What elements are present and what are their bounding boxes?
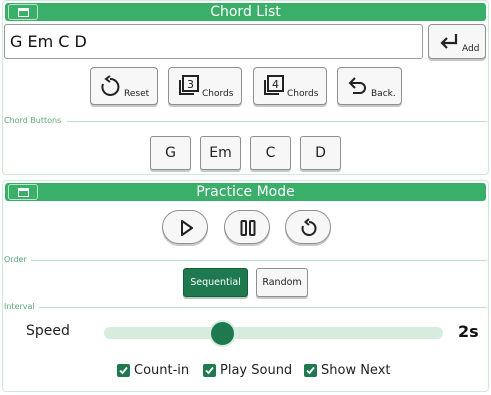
checkbox-checked-icon [304,364,317,377]
practice-mode-title: Practice Mode [196,184,295,200]
order-divider [31,260,487,261]
restart-icon [301,218,317,236]
order-label: Order [4,255,27,264]
pause-button[interactable] [224,210,270,244]
pause-icon [240,220,256,236]
count-in-label: Count-in [134,363,190,378]
chord-buttons-divider [67,121,487,122]
speed-slider[interactable] [104,327,443,339]
order-random-button[interactable]: Random [256,268,308,297]
svg-text:3: 3 [187,78,194,91]
chord-button-g[interactable]: G [150,136,191,170]
checkbox-checked-icon [203,364,216,377]
four-chords-icon: 4 [264,75,284,95]
interval-label: Interval [4,302,35,311]
play-sound-label: Play Sound [220,363,293,378]
speed-slider-thumb[interactable] [208,320,236,347]
svg-text:4: 4 [272,78,279,91]
chord-button-d[interactable]: D [300,136,341,170]
checkbox-checked-icon [117,364,130,377]
four-chords-label: Chords [287,89,319,99]
back-button[interactable]: Back. [337,67,402,105]
speed-label: Speed [26,323,70,339]
back-arrow-icon [348,77,366,94]
four-chords-button[interactable]: 4 Chords [253,67,327,105]
add-label: Add [462,44,480,54]
speed-value: 2s [458,322,479,341]
reset-button[interactable]: Reset [90,67,158,105]
chord-list-title: Chord List [210,4,281,20]
three-chords-label: Chords [202,89,234,99]
enter-arrow-icon [440,34,458,49]
play-button[interactable] [162,210,208,244]
chord-button-em[interactable]: Em [200,136,241,170]
three-chords-icon: 3 [179,75,199,95]
add-button[interactable]: Add [428,24,486,59]
chord-list-input[interactable] [4,24,423,59]
chord-buttons-label: Chord Buttons [4,116,62,125]
three-chords-button[interactable]: 3 Chords [168,67,242,105]
reset-icon [101,75,120,96]
show-next-label: Show Next [321,363,391,378]
chord-button-c[interactable]: C [250,136,291,170]
order-sequential-button[interactable]: Sequential [183,268,248,297]
interval-divider [39,307,487,308]
back-label: Back. [371,89,396,99]
play-icon [181,220,193,236]
chord-list-header: Chord List [5,3,486,21]
restart-button[interactable] [285,210,331,244]
practice-mode-header: Practice Mode [5,183,486,201]
reset-label: Reset [124,89,150,99]
